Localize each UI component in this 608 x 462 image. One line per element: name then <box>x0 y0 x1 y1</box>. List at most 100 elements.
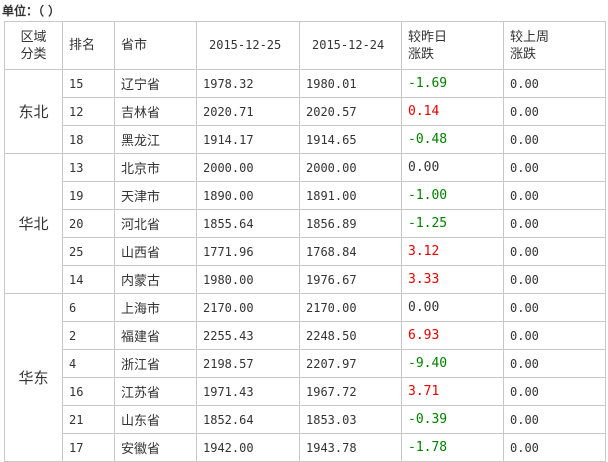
price-today-cell: 1890.00 <box>196 181 300 210</box>
table-row: 21 山东省 1852.64 1853.03 -0.39 0.00 <box>5 405 606 434</box>
table-row: 东北 15 辽宁省 1978.32 1980.01 -1.69 0.00 <box>4 69 606 154</box>
change-day-cell: -1.78 <box>401 433 504 462</box>
header-date-2: 2015-12-24 <box>299 21 402 70</box>
change-week-cell: 0.00 <box>503 377 606 406</box>
change-day-cell: 3.71 <box>401 377 504 406</box>
change-week-cell: 0.00 <box>503 69 606 98</box>
table-body: 东北 15 辽宁省 1978.32 1980.01 -1.69 0.00 12 吉林省 2020.… <box>4 69 606 462</box>
province-cell: 山东省 <box>114 405 197 434</box>
change-day-cell: 3.12 <box>401 237 504 266</box>
price-yesterday-cell: 1891.00 <box>299 181 402 210</box>
rank-cell: 2 <box>62 321 115 350</box>
table-row: 12 吉林省 2020.71 2020.57 0.14 0.00 <box>5 97 606 126</box>
header-change-day: 较昨日 涨跌 <box>401 21 504 70</box>
change-day-cell: 0.00 <box>401 293 504 322</box>
rank-cell: 20 <box>62 209 115 238</box>
change-week-cell: 0.00 <box>503 321 606 350</box>
change-day-cell: 6.93 <box>401 321 504 350</box>
rank-cell: 16 <box>62 377 115 406</box>
region-cell: 东北 <box>4 69 63 154</box>
price-yesterday-cell: 1976.67 <box>299 265 402 294</box>
change-week-cell: 0.00 <box>503 265 606 294</box>
price-yesterday-cell: 1967.72 <box>299 377 402 406</box>
table-row: 华北 13 北京市 2000.00 2000.00 0.00 0.00 <box>4 153 606 294</box>
region-cell: 华北 <box>4 153 63 294</box>
table-row: 16 江苏省 1971.43 1967.72 3.71 0.00 <box>5 377 606 406</box>
change-day-cell: 0.14 <box>401 97 504 126</box>
province-cell: 吉林省 <box>114 97 197 126</box>
price-yesterday-cell: 1943.78 <box>299 433 402 462</box>
change-day-cell: -0.39 <box>401 405 504 434</box>
price-yesterday-cell: 1856.89 <box>299 209 402 238</box>
price-today-cell: 2020.71 <box>196 97 300 126</box>
table-row: 18 黑龙江 1914.17 1914.65 -0.48 0.00 <box>5 125 606 154</box>
province-cell: 黑龙江 <box>114 125 197 154</box>
rank-cell: 14 <box>62 265 115 294</box>
price-yesterday-cell: 2000.00 <box>299 153 402 182</box>
unit-label: 单位：（ ） <box>2 4 61 18</box>
header-region: 区域 分类 <box>4 21 63 70</box>
price-yesterday-cell: 2207.97 <box>299 349 402 378</box>
change-day-cell: -1.69 <box>401 69 504 98</box>
rank-cell: 19 <box>62 181 115 210</box>
price-yesterday-cell: 1980.01 <box>299 69 402 98</box>
rank-cell: 12 <box>62 97 115 126</box>
rank-cell: 15 <box>62 69 115 98</box>
price-today-cell: 1978.32 <box>196 69 300 98</box>
price-today-cell: 1914.17 <box>196 125 300 154</box>
province-cell: 辽宁省 <box>114 69 197 98</box>
price-today-cell: 2170.00 <box>196 293 300 322</box>
table-row: 19 天津市 1890.00 1891.00 -1.00 0.00 <box>5 181 606 210</box>
price-yesterday-cell: 2020.57 <box>299 97 402 126</box>
rank-cell: 13 <box>62 153 115 182</box>
rank-cell: 25 <box>62 237 115 266</box>
province-cell: 上海市 <box>114 293 197 322</box>
province-cell: 内蒙古 <box>114 265 197 294</box>
header-rank: 排名 <box>62 21 115 70</box>
change-day-cell: -9.40 <box>401 349 504 378</box>
rank-cell: 18 <box>62 125 115 154</box>
change-day-cell: -1.00 <box>401 181 504 210</box>
rank-cell: 6 <box>62 293 115 322</box>
header-province: 省市 <box>114 21 197 70</box>
price-today-cell: 1980.00 <box>196 265 300 294</box>
header-row: 区域 分类 排名 省市 2015-12-25 2015-12-24 较昨日 涨跌… <box>4 21 606 70</box>
change-day-cell: -0.48 <box>401 125 504 154</box>
province-cell: 浙江省 <box>114 349 197 378</box>
province-cell: 河北省 <box>114 209 197 238</box>
rank-cell: 4 <box>62 349 115 378</box>
province-cell: 安徽省 <box>114 433 197 462</box>
rank-cell: 21 <box>62 405 115 434</box>
table-row: 2 福建省 2255.43 2248.50 6.93 0.00 <box>5 321 606 350</box>
province-cell: 山西省 <box>114 237 197 266</box>
price-yesterday-cell: 2248.50 <box>299 321 402 350</box>
change-day-cell: -1.25 <box>401 209 504 238</box>
change-week-cell: 0.00 <box>503 181 606 210</box>
header-date-1: 2015-12-25 <box>196 21 300 70</box>
price-today-cell: 1852.64 <box>196 405 300 434</box>
change-day-cell: 3.33 <box>401 265 504 294</box>
header-change-week: 较上周 涨跌 <box>503 21 606 70</box>
price-yesterday-cell: 1914.65 <box>299 125 402 154</box>
price-today-cell: 2255.43 <box>196 321 300 350</box>
change-day-cell: 0.00 <box>401 153 504 182</box>
price-yesterday-cell: 2170.00 <box>299 293 402 322</box>
price-today-cell: 1971.43 <box>196 377 300 406</box>
province-cell: 福建省 <box>114 321 197 350</box>
table-row: 25 山西省 1771.96 1768.84 3.12 0.00 <box>5 237 606 266</box>
rank-cell: 17 <box>62 433 115 462</box>
change-week-cell: 0.00 <box>503 153 606 182</box>
change-week-cell: 0.00 <box>503 125 606 154</box>
region-cell: 华东 <box>4 293 63 462</box>
price-yesterday-cell: 1768.84 <box>299 237 402 266</box>
change-week-cell: 0.00 <box>503 237 606 266</box>
price-today-cell: 1771.96 <box>196 237 300 266</box>
change-week-cell: 0.00 <box>503 349 606 378</box>
price-today-cell: 2000.00 <box>196 153 300 182</box>
change-week-cell: 0.00 <box>503 209 606 238</box>
price-today-cell: 1855.64 <box>196 209 300 238</box>
table-row: 20 河北省 1855.64 1856.89 -1.25 0.00 <box>5 209 606 238</box>
change-week-cell: 0.00 <box>503 97 606 126</box>
table-row: 14 内蒙古 1980.00 1976.67 3.33 0.00 <box>5 265 606 294</box>
table-row: 华东 6 上海市 2170.00 2170.00 0.00 0.00 <box>4 293 606 462</box>
